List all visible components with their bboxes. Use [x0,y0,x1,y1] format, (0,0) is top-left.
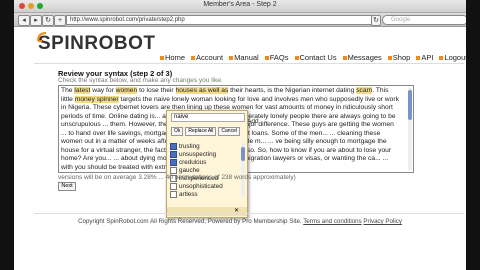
next-button[interactable]: Next [58,182,76,191]
browser-window: Member's Area - Step 2 ◂ ▸ ↻ + http://ww… [14,0,466,270]
browser-toolbar: ◂ ▸ ↻ + http://www.spinrobot.com/private… [14,13,466,27]
page-subtitle: Check the syntax below, and make any cha… [58,77,223,84]
main-nav: Home Account Manual FAQs Contact Us Mess… [160,53,466,62]
synonym-list: trusting unsuspecting credulous gauche inexp… [170,143,240,199]
nav-label: Shop [392,53,411,62]
checkbox[interactable] [170,182,177,190]
bullet-icon [342,56,347,61]
search-input[interactable]: Google [382,15,466,25]
spin-word[interactable]: scam [356,87,373,94]
nav-logout[interactable]: Logout [439,53,466,62]
spinrobot-logo-icon [37,32,47,42]
nav-label: API [421,53,434,62]
permutation-stats: versions will be on average 3.28% ... 40… [58,174,296,181]
editor-scrollbar[interactable] [408,88,412,170]
checkbox[interactable] [170,150,177,158]
replace-all-button[interactable]: Replace All [185,127,217,136]
bullet-icon [160,56,164,61]
bullet-icon [191,56,196,61]
text-segment: way for [90,87,116,94]
bullet-icon [387,56,392,61]
privacy-link[interactable]: Privacy Policy [363,218,402,225]
nav-shop[interactable]: Shop [387,53,411,62]
bullet-icon [264,56,269,61]
logo-text: SPINROBOT [38,33,156,54]
nav-api[interactable]: API [416,53,433,62]
logo[interactable]: SPINROBOT [37,32,156,55]
synonym-label: artless [179,190,198,198]
add-label[interactable]: Add [247,118,259,125]
spin-word[interactable]: latest [74,87,91,94]
spin-word[interactable]: money spinner [74,95,119,103]
checkbox[interactable] [170,158,177,166]
scrollbar-thumb[interactable] [408,90,412,120]
refresh-icon[interactable]: ↻ [371,15,381,26]
synonym-input[interactable]: naive [171,113,245,122]
synonym-label: unsuspecting [179,151,217,159]
text-segment: The [61,87,75,94]
nav-contact[interactable]: Contact Us [294,53,337,62]
forward-icon[interactable]: ▸ [30,15,42,26]
bullet-icon [294,56,299,61]
add-tab-icon[interactable]: + [54,15,66,26]
checkbox[interactable] [170,143,177,150]
nav-label: Contact Us [299,53,337,62]
synonym-label: trusting [179,143,200,151]
ok-button[interactable]: Ok [171,127,184,136]
nav-label: Logout [444,53,466,62]
synonym-label: credulous [179,159,207,167]
checkbox[interactable] [170,190,177,198]
nav-label: FAQs [269,53,289,62]
synonym-option[interactable]: trusting [170,143,240,151]
nav-label: Manual [234,53,259,62]
synonym-option[interactable]: credulous [170,158,240,167]
synonym-option[interactable]: artless [170,190,240,199]
address-bar[interactable]: http://www.spinrobot.com/private/step2.p… [66,15,375,25]
nav-account[interactable]: Account [191,53,223,62]
nav-manual[interactable]: Manual [229,53,259,62]
bullet-icon [229,56,234,61]
popup-buttons: Ok Replace All Cancel [171,127,240,136]
text-segment: to lose their [137,87,176,94]
footer: Copyright SpinRobot.com All Rights Reser… [14,218,466,225]
nav-label: Messages [347,53,382,62]
divider [34,63,464,64]
spin-word[interactable]: women [115,87,138,94]
reload-icon[interactable]: ↻ [42,15,54,26]
synonym-option[interactable]: unsophisticated [170,182,240,191]
synonym-option[interactable]: unsuspecting [170,150,240,159]
bullet-icon [439,56,444,61]
text-segment: their hearts, is the Nigerian internet d… [228,87,357,94]
copyright-text: Copyright SpinRobot.com All Rights Reser… [78,218,302,225]
nav-label: Home [165,53,186,62]
spin-word[interactable]: houses as well as [175,87,229,94]
cancel-button[interactable]: Cancel [218,127,240,136]
nav-faqs[interactable]: FAQs [264,53,289,62]
synonym-popup: naive Ok Replace All Cancel trusting unsu… [166,110,248,218]
nav-label: Account [196,53,224,62]
nav-messages[interactable]: Messages [342,53,382,62]
back-icon[interactable]: ◂ [18,15,30,26]
window-title: Member's Area - Step 2 [203,1,277,8]
scrollbar-thumb[interactable] [241,147,245,161]
synonym-label: unsophisticated [179,183,223,191]
title-bar: Member's Area - Step 2 [14,0,466,13]
terms-link[interactable]: Terms and conditions [303,218,361,225]
checkbox[interactable] [170,166,177,174]
nav-home[interactable]: Home [160,53,185,62]
synonym-scrollbar[interactable] [241,143,245,197]
bullet-icon [416,56,421,61]
divider [34,213,464,214]
